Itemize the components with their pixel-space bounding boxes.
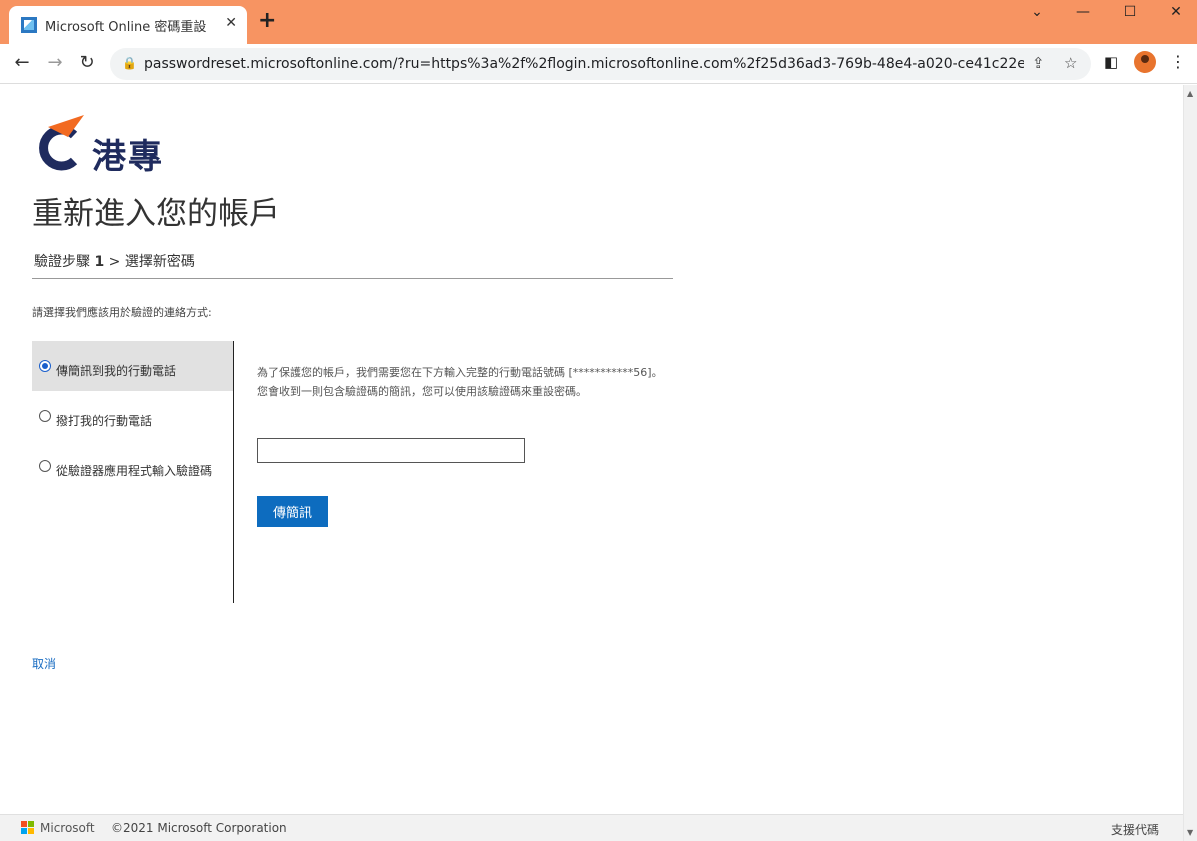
new-tab-button[interactable]: + [258,10,276,32]
verification-description: 為了保護您的帳戶，我們需要您在下方輸入完整的行動電話號碼 [**********… [257,363,663,401]
page-title: 重新進入您的帳戶 [32,196,280,232]
tab-close-icon[interactable]: ✕ [225,15,237,31]
microsoft-favicon-icon [21,17,37,33]
page-scrollbar[interactable]: ▲ ▼ [1183,85,1197,841]
copyright-text: ©2021 Microsoft Corporation [111,821,287,835]
option-call-mobile[interactable]: 撥打我的行動電話 [32,391,233,441]
tab-search-icon[interactable]: ⌄ [1017,4,1057,24]
forward-icon[interactable]: → [42,50,68,76]
option-label: 撥打我的行動電話 [56,414,153,428]
breadcrumb-step-prefix: 驗證步驟 [34,254,90,270]
reload-icon[interactable]: ↻ [74,50,100,76]
instruction-text: 請選擇我們應該用於驗證的連絡方式: [32,306,212,319]
page-footer: Microsoft ©2021 Microsoft Corporation 支援… [0,814,1183,841]
send-text-button[interactable]: 傳簡訊 [257,496,328,527]
browser-toolbar: ← → ↻ 🔒 passwordreset.microsoftonline.co… [0,44,1197,84]
logo-text: 港專 [92,137,164,177]
radio-call-mobile[interactable] [39,410,51,422]
breadcrumb-divider [32,278,673,279]
verification-options: 傳簡訊到我的行動電話 撥打我的行動電話 從驗證器應用程式輸入驗證碼 [32,341,234,603]
support-code-link[interactable]: 支援代碼 [1111,821,1159,838]
maximize-icon[interactable]: ☐ [1110,4,1150,24]
profile-avatar-icon[interactable] [1134,51,1156,73]
back-icon[interactable]: ← [9,50,35,76]
breadcrumb-next-step: 選擇新密碼 [124,254,195,270]
breadcrumb: 驗證步驟 1 > 選擇新密碼 [34,251,195,271]
page-content: 港專 重新進入您的帳戶 驗證步驟 1 > 選擇新密碼 請選擇我們應該用於驗證的連… [0,85,1183,814]
option-label: 從驗證器應用程式輸入驗證碼 [56,464,213,478]
cancel-link[interactable]: 取消 [32,655,56,672]
bookmark-star-icon[interactable]: ☆ [1064,54,1077,72]
radio-authenticator-app[interactable] [39,460,51,472]
microsoft-logo-icon [21,821,35,835]
browser-tab[interactable]: Microsoft Online 密碼重設 ✕ [9,6,247,44]
scroll-down-icon[interactable]: ▼ [1187,828,1193,837]
browser-titlebar: Microsoft Online 密碼重設 ✕ + ⌄ — ☐ ✕ [0,0,1197,44]
radio-text-mobile[interactable] [39,360,51,372]
scroll-up-icon[interactable]: ▲ [1187,89,1193,98]
address-bar[interactable]: 🔒 passwordreset.microsoftonline.com/?ru=… [110,48,1091,80]
option-text-mobile[interactable]: 傳簡訊到我的行動電話 [32,341,233,391]
microsoft-brand-text: Microsoft [40,821,95,835]
url-text[interactable]: passwordreset.microsoftonline.com/?ru=ht… [144,56,1024,72]
description-line-2: 您會收到一則包含驗證碼的簡訊，您可以使用該驗證碼來重設密碼。 [257,385,587,398]
breadcrumb-separator: > [104,254,125,270]
breadcrumb-step-number: 1 [94,254,105,270]
browser-menu-icon[interactable]: ⋮ [1170,52,1186,71]
tab-title: Microsoft Online 密碼重設 [45,20,207,35]
organization-logo: 港專 [30,113,170,177]
close-window-icon[interactable]: ✕ [1156,4,1196,24]
lock-icon[interactable]: 🔒 [122,56,137,70]
side-panel-icon[interactable]: ◧ [1104,53,1118,71]
option-authenticator-app[interactable]: 從驗證器應用程式輸入驗證碼 [32,441,233,491]
description-line-1: 為了保護您的帳戶，我們需要您在下方輸入完整的行動電話號碼 [**********… [257,366,663,379]
share-icon[interactable]: ⇪ [1032,54,1045,72]
logo-c-icon [39,115,84,171]
phone-number-input[interactable] [257,438,525,463]
minimize-icon[interactable]: — [1063,4,1103,24]
option-label: 傳簡訊到我的行動電話 [56,364,177,378]
